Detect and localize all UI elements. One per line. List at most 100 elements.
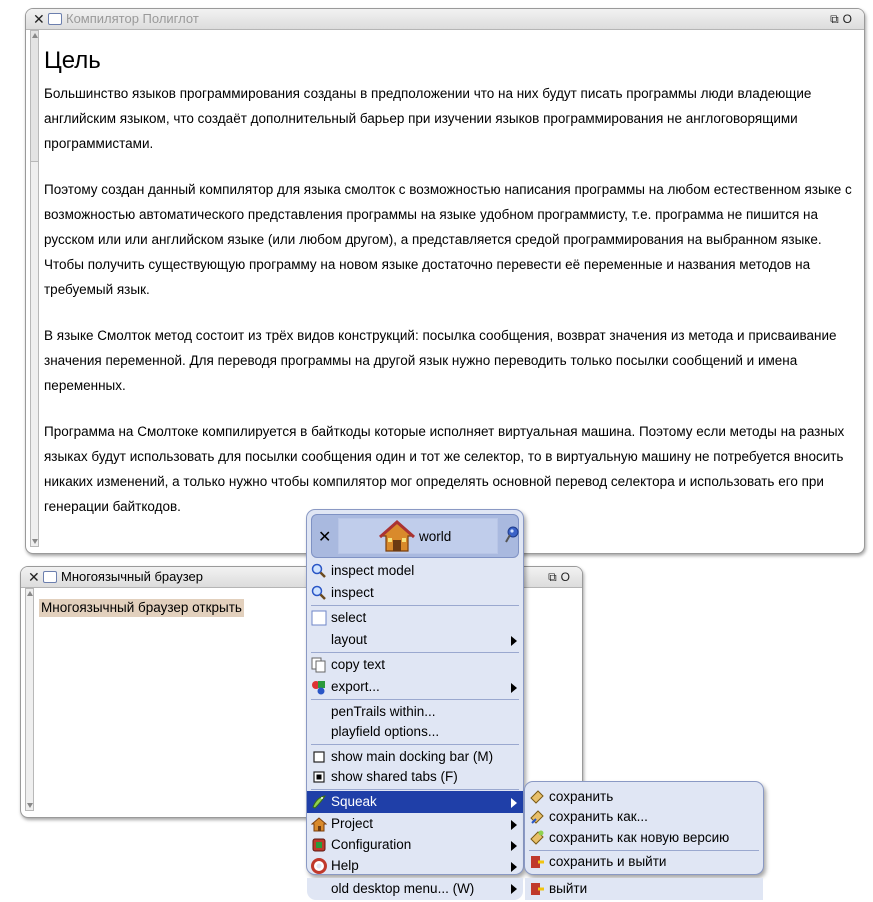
menu-separator xyxy=(311,652,519,653)
quit-icon xyxy=(531,856,544,868)
menu-title-box: world xyxy=(338,518,498,554)
menu-item-label: penTrails within... xyxy=(331,704,436,719)
open-browser-link[interactable]: Многоязычный браузер открыть xyxy=(39,599,244,617)
submenu-item-save-as[interactable]: сохранить как... xyxy=(525,806,763,828)
menu-item-label: Project xyxy=(331,816,374,831)
submenu-item-quit[interactable]: выйти xyxy=(525,878,763,900)
scroll-down-icon[interactable] xyxy=(32,539,38,544)
menu-item-layout[interactable]: layout xyxy=(307,629,523,651)
menu-header: ✕ world xyxy=(311,514,519,558)
menu-title: world xyxy=(419,529,452,544)
submenu-arrow-icon xyxy=(511,884,517,894)
world-menu[interactable]: ✕ world inspect model inspect select lay… xyxy=(306,509,524,875)
menu-item-label: layout xyxy=(331,632,368,647)
close-icon[interactable]: ✕ xyxy=(318,527,331,547)
menu-item-playfield-options[interactable]: playfield options... xyxy=(307,721,523,743)
paragraph: Поэтому создан данный компилятор для язы… xyxy=(44,182,852,297)
paragraph: В языке Смолток метод состоит из трёх ви… xyxy=(44,328,837,393)
submenu-item-save[interactable]: сохранить xyxy=(525,786,763,808)
submenu-item-label: сохранить xyxy=(549,789,614,804)
menu-item-label: old desktop menu... (W) xyxy=(331,881,475,896)
menu-item-old-desktop-menu[interactable]: old desktop menu... (W) xyxy=(307,878,523,900)
menu-item-label: show main docking bar (M) xyxy=(331,749,494,764)
magnifier-icon xyxy=(311,563,326,578)
menu-item-help[interactable]: Help xyxy=(307,855,523,877)
magnifier-icon xyxy=(311,585,326,600)
menu-item-label: Squeak xyxy=(331,794,377,809)
save-version-icon xyxy=(530,830,544,845)
collapse-icon[interactable]: ⧉ xyxy=(548,570,561,584)
compiler-window-titlebar[interactable]: ✕ Компилятор Полиглот ⧉O xyxy=(26,9,864,30)
window-icon xyxy=(48,13,62,25)
save-icon xyxy=(530,790,544,804)
menu-item-label: select xyxy=(331,610,367,625)
window-title: Компилятор Полиглот xyxy=(66,11,199,26)
pin-icon[interactable] xyxy=(504,526,520,544)
copy-icon xyxy=(311,657,326,673)
compiler-text-area[interactable]: Цель Большинство языков программирования… xyxy=(44,31,858,543)
squeak-submenu[interactable]: сохранить сохранить как... сохранить как… xyxy=(524,781,764,875)
menu-item-label: inspect model xyxy=(331,563,415,578)
checkbox-empty-icon xyxy=(313,751,325,763)
paragraph: Большинство языков программирования созд… xyxy=(44,86,812,151)
menu-item-squeak[interactable]: Squeak xyxy=(307,791,523,813)
menu-item-label: copy text xyxy=(331,657,386,672)
menu-item-inspect[interactable]: inspect xyxy=(307,582,523,604)
configuration-icon xyxy=(312,838,326,852)
paragraph: Программа на Смолтоке компилируется в ба… xyxy=(44,424,845,514)
menu-item-label: export... xyxy=(331,679,380,694)
scroll-down-icon[interactable] xyxy=(27,803,33,808)
menu-item-label: playfield options... xyxy=(331,724,440,739)
export-icon xyxy=(312,681,325,695)
window-buttons[interactable]: ⧉O xyxy=(548,568,574,586)
submenu-arrow-icon xyxy=(511,636,517,646)
selection-icon xyxy=(311,610,327,626)
menu-item-inspect-model[interactable]: inspect model xyxy=(307,560,523,582)
scroll-up-icon[interactable] xyxy=(32,33,38,38)
window-title: Многоязычный браузер xyxy=(61,569,203,584)
menu-separator xyxy=(311,605,519,606)
house-icon xyxy=(311,817,327,832)
collapse-icon[interactable]: ⧉ xyxy=(830,12,843,26)
quit-icon xyxy=(531,883,544,895)
menu-item-label: Configuration xyxy=(331,837,412,852)
menu-item-show-shared-tabs[interactable]: show shared tabs (F) xyxy=(307,766,523,788)
menu-icon[interactable]: O xyxy=(561,570,574,584)
submenu-item-label: сохранить и выйти xyxy=(549,854,667,869)
menu-separator xyxy=(311,699,519,700)
menu-item-select[interactable]: select xyxy=(307,607,523,629)
page-heading: Цель xyxy=(44,47,101,74)
compiler-window[interactable]: ✕ Компилятор Полиглот ⧉O Цель Большинств… xyxy=(25,8,865,554)
submenu-item-label: сохранить как... xyxy=(549,809,648,824)
checkbox-checked-icon xyxy=(313,771,325,783)
lifebuoy-icon xyxy=(311,858,327,874)
menu-item-label: Help xyxy=(331,858,359,873)
close-icon[interactable]: ✕ xyxy=(33,10,45,28)
save-as-icon xyxy=(530,810,544,824)
submenu-arrow-icon xyxy=(511,862,517,872)
close-icon[interactable]: ✕ xyxy=(28,568,40,586)
menu-item-copy-text[interactable]: copy text xyxy=(307,654,523,676)
menu-separator xyxy=(311,744,519,745)
window-buttons[interactable]: ⧉O xyxy=(830,10,856,28)
vertical-scrollbar[interactable] xyxy=(25,588,34,811)
scroll-up-icon[interactable] xyxy=(27,591,33,596)
vertical-scrollbar[interactable] xyxy=(30,30,39,547)
menu-icon[interactable]: O xyxy=(843,12,856,26)
squeak-icon xyxy=(312,795,327,809)
submenu-arrow-icon xyxy=(511,820,517,830)
window-icon xyxy=(43,571,57,583)
menu-item-export[interactable]: export... xyxy=(307,676,523,698)
submenu-item-label: выйти xyxy=(549,881,588,896)
menu-item-project[interactable]: Project xyxy=(307,813,523,835)
menu-item-pentrails[interactable]: penTrails within... xyxy=(307,701,523,723)
menu-item-show-docking-bar[interactable]: show main docking bar (M) xyxy=(307,746,523,768)
submenu-item-save-and-quit[interactable]: сохранить и выйти xyxy=(525,851,763,873)
submenu-item-save-new-version[interactable]: сохранить как новую версию xyxy=(525,827,763,849)
menu-separator xyxy=(311,789,519,790)
menu-item-configuration[interactable]: Configuration xyxy=(307,834,523,856)
submenu-arrow-icon xyxy=(511,683,517,693)
submenu-arrow-icon xyxy=(511,798,517,808)
submenu-arrow-icon xyxy=(511,841,517,851)
scrollbar-thumb[interactable] xyxy=(31,31,38,162)
